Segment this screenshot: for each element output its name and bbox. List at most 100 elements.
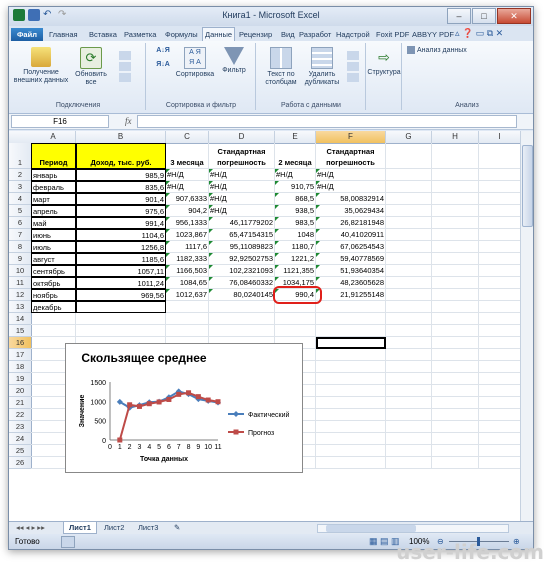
cell[interactable]: [31, 313, 76, 325]
cell[interactable]: [386, 193, 432, 205]
cell[interactable]: [479, 421, 521, 433]
cell[interactable]: [316, 385, 386, 397]
cell-a10[interactable]: сентябрь: [31, 265, 76, 277]
tab-foxit-pdf[interactable]: Foxit PDF: [376, 28, 409, 41]
cell-b6[interactable]: 991,4: [76, 217, 166, 229]
row-header-7[interactable]: 7: [9, 229, 32, 241]
cell[interactable]: [386, 229, 432, 241]
cell[interactable]: [432, 253, 479, 265]
row-header-3[interactable]: 3: [9, 181, 32, 193]
remove-duplicates-button[interactable]: Удалить дубликаты: [301, 47, 343, 87]
cell[interactable]: [209, 313, 275, 325]
cell[interactable]: [386, 457, 432, 469]
row-header-19[interactable]: 19: [9, 373, 32, 385]
cell[interactable]: [386, 445, 432, 457]
cell[interactable]: [479, 445, 521, 457]
cell[interactable]: [479, 325, 521, 337]
text-to-columns-button[interactable]: Текст по столбцам: [261, 47, 301, 87]
row-header-18[interactable]: 18: [9, 361, 32, 373]
data-analysis-button[interactable]: Анализ данных: [407, 46, 487, 55]
cell-d11[interactable]: 76,08460332: [209, 277, 275, 289]
cell[interactable]: [432, 361, 479, 373]
filter-button[interactable]: Фильтр: [217, 47, 251, 75]
cell[interactable]: [386, 181, 432, 193]
cell[interactable]: [386, 253, 432, 265]
scrollbar-thumb[interactable]: [522, 145, 533, 227]
cell[interactable]: [316, 397, 386, 409]
cell[interactable]: [479, 385, 521, 397]
cell-b11[interactable]: 1011,24: [76, 277, 166, 289]
cell-a2[interactable]: январь: [31, 169, 76, 181]
cell[interactable]: [209, 325, 275, 337]
name-box[interactable]: F16: [11, 115, 109, 128]
cell-f5[interactable]: 35,0629434: [316, 205, 386, 217]
row-header-8[interactable]: 8: [9, 241, 32, 253]
close-button[interactable]: ✕: [497, 8, 531, 24]
cell[interactable]: [386, 349, 432, 361]
sheet-tab-3[interactable]: Лист3: [133, 522, 163, 533]
cell-e7[interactable]: 1048: [275, 229, 316, 241]
cell[interactable]: [316, 445, 386, 457]
cell[interactable]: [479, 217, 521, 229]
cell-a7[interactable]: июнь: [31, 229, 76, 241]
cell[interactable]: [386, 337, 432, 349]
row-header-26[interactable]: 26: [9, 457, 32, 469]
cell-c8[interactable]: 1117,6: [166, 241, 209, 253]
cell[interactable]: [386, 385, 432, 397]
cell[interactable]: [316, 433, 386, 445]
sheet-nav-icons[interactable]: ◂◂ ◂ ▸ ▸▸: [11, 522, 50, 533]
cell[interactable]: [479, 193, 521, 205]
cell[interactable]: [316, 349, 386, 361]
cell-d13[interactable]: [209, 301, 275, 313]
get-external-data-button[interactable]: Получение внешних данных: [13, 47, 69, 85]
cell[interactable]: [432, 277, 479, 289]
row-header-13[interactable]: 13: [9, 301, 32, 313]
cell[interactable]: [316, 457, 386, 469]
cell[interactable]: [386, 313, 432, 325]
row-header-14[interactable]: 14: [9, 313, 32, 325]
cell[interactable]: [479, 277, 521, 289]
cell[interactable]: [386, 301, 432, 313]
cell-d3[interactable]: #Н/Д: [209, 181, 275, 193]
cell[interactable]: [386, 361, 432, 373]
cell-d12[interactable]: 80,0240145: [209, 289, 275, 301]
cell-b2[interactable]: 985,9: [76, 169, 166, 181]
cell-c5[interactable]: 904,2: [166, 205, 209, 217]
cell-b13[interactable]: [76, 301, 166, 313]
cell[interactable]: [432, 385, 479, 397]
cell-f4[interactable]: 58,00832914: [316, 193, 386, 205]
cell[interactable]: [432, 433, 479, 445]
cell-e8[interactable]: 1180,7: [275, 241, 316, 253]
cell-b5[interactable]: 975,6: [76, 205, 166, 217]
cell-c12[interactable]: 1012,637: [166, 289, 209, 301]
cell[interactable]: [386, 409, 432, 421]
cell-e6[interactable]: 983,5: [275, 217, 316, 229]
cell[interactable]: [166, 325, 209, 337]
cell[interactable]: [479, 143, 521, 169]
cell[interactable]: [432, 241, 479, 253]
cell[interactable]: [316, 373, 386, 385]
macro-record-icon[interactable]: [61, 536, 75, 548]
cell[interactable]: [479, 169, 521, 181]
cell[interactable]: [432, 265, 479, 277]
row-header-12[interactable]: 12: [9, 289, 32, 301]
cell-a9[interactable]: август: [31, 253, 76, 265]
cell[interactable]: [432, 229, 479, 241]
sort-button[interactable]: А ЯЯ А Сортировка: [175, 47, 215, 79]
cell[interactable]: [386, 169, 432, 181]
cell-c9[interactable]: 1182,333: [166, 253, 209, 265]
cell[interactable]: [479, 457, 521, 469]
cell-e4[interactable]: 868,5: [275, 193, 316, 205]
cell-f10[interactable]: 51,93640354: [316, 265, 386, 277]
hscroll-thumb[interactable]: [326, 525, 416, 532]
cell-e2[interactable]: #Н/Д: [275, 169, 316, 181]
cell-b8[interactable]: 1256,8: [76, 241, 166, 253]
tab-formulas[interactable]: Формулы: [165, 28, 198, 41]
row-header-20[interactable]: 20: [9, 385, 32, 397]
minimize-button[interactable]: –: [447, 8, 471, 24]
tab-review[interactable]: Рецензир: [239, 28, 272, 41]
cell[interactable]: [386, 241, 432, 253]
cell[interactable]: [479, 361, 521, 373]
cell-d8[interactable]: 95,11089823: [209, 241, 275, 253]
cell-e3[interactable]: 910,75: [275, 181, 316, 193]
